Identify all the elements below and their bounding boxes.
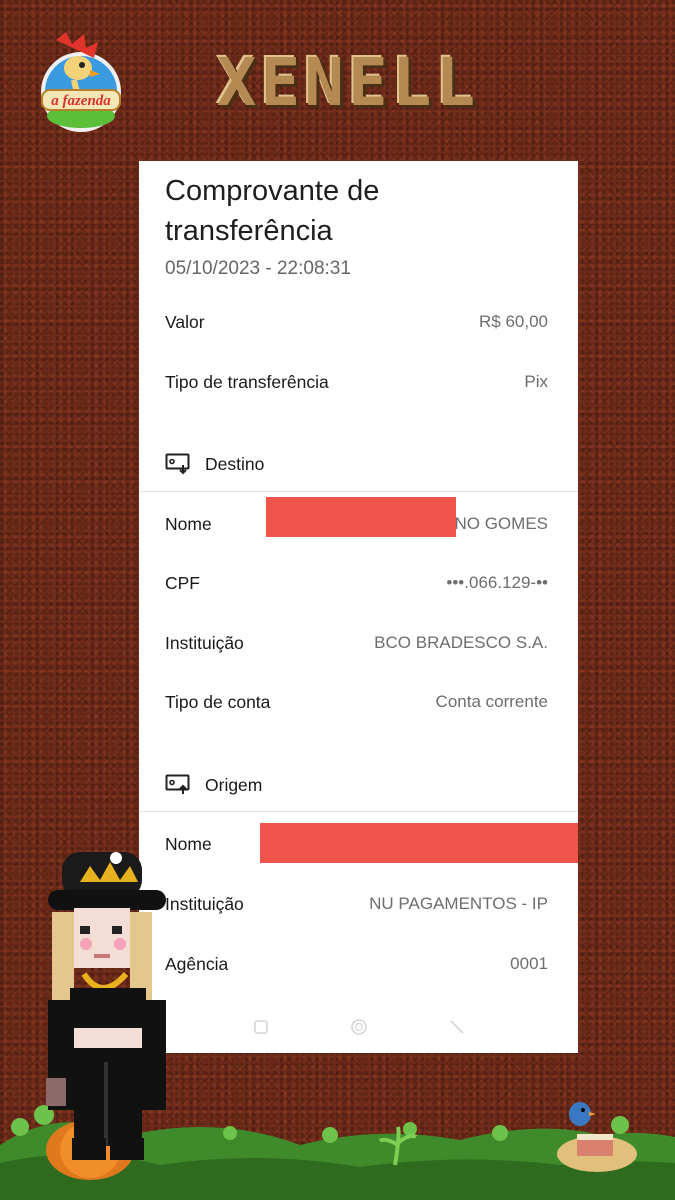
section-origem-heading: Origem <box>165 770 262 800</box>
row-tipo-transferencia: Tipo de transferência Pix <box>165 367 548 397</box>
row-value: NO GOMES <box>454 514 548 533</box>
row-value: Pix <box>524 372 548 391</box>
section-destino-heading: Destino <box>165 449 264 479</box>
row-value: •••.066.129-•• <box>446 573 548 592</box>
row-label: Instituição <box>165 893 244 914</box>
row-value: NU PAGAMENTOS - IP <box>369 894 548 913</box>
row-destino-tipo-conta: Tipo de conta Conta corrente <box>165 687 548 717</box>
screen-down-icon <box>165 453 190 475</box>
redaction-box <box>260 823 578 863</box>
row-label: Tipo de conta <box>165 691 271 712</box>
pixel-avatar-character <box>46 852 166 1160</box>
section-title: Origem <box>205 774 263 795</box>
section-title: Destino <box>205 453 265 474</box>
redaction-box <box>266 497 456 537</box>
bird-nest-decoration <box>557 1102 637 1172</box>
row-value: Conta corrente <box>435 692 548 711</box>
row-origem-instituicao: Instituição NU PAGAMENTOS - IP <box>165 889 548 919</box>
back-icon[interactable] <box>448 1018 466 1036</box>
row-label: Nome <box>165 513 212 534</box>
receipt-title-line1: Comprovante de <box>165 175 380 207</box>
row-label: Tipo de transferência <box>165 371 329 392</box>
system-nav-bar <box>139 1009 578 1045</box>
row-destino-cpf: CPF •••.066.129-•• <box>165 568 548 598</box>
xenell-title: XENELL <box>216 43 480 121</box>
transfer-receipt-card: Comprovante de transferência 05/10/2023 … <box>139 161 578 1053</box>
row-label: Instituição <box>165 632 244 653</box>
row-destino-instituicao: Instituição BCO BRADESCO S.A. <box>165 628 548 658</box>
screen-up-icon <box>165 774 190 794</box>
row-value: BCO BRADESCO S.A. <box>374 633 548 652</box>
receipt-datetime: 05/10/2023 - 22:08:31 <box>165 258 351 279</box>
row-label: Valor <box>165 311 205 332</box>
row-label: CPF <box>165 572 200 593</box>
divider <box>139 811 578 812</box>
row-valor: Valor R$ 60,00 <box>165 307 548 337</box>
home-icon[interactable] <box>350 1018 368 1036</box>
svg-text:a fazenda: a fazenda <box>51 93 111 109</box>
row-label: Agência <box>165 953 229 974</box>
row-origem-agencia: Agência 0001 <box>165 949 548 979</box>
row-value: R$ 60,00 <box>479 312 548 331</box>
recents-icon[interactable] <box>252 1018 270 1036</box>
divider <box>139 491 578 492</box>
row-value: 0001 <box>510 954 548 973</box>
a-fazenda-logo: a fazenda <box>41 32 121 132</box>
receipt-title-line2: transferência <box>165 215 333 247</box>
receipt-title: Comprovante de transferência <box>165 171 545 251</box>
